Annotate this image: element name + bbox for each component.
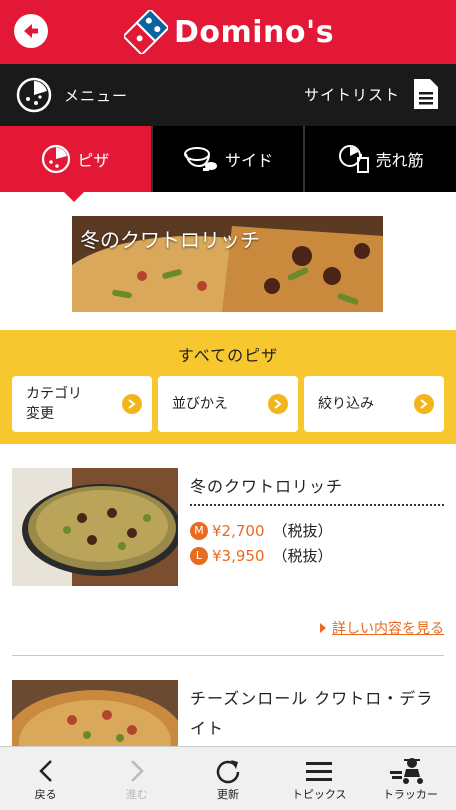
brand-name: Domino's xyxy=(174,14,335,50)
toolbar-label: 進む xyxy=(125,787,148,801)
price-row-l: L ¥3,950 （税抜） xyxy=(190,545,333,566)
chevron-right-icon xyxy=(414,394,434,414)
category-tabs: ピザ サイド 売れ筋 xyxy=(0,126,456,202)
bestseller-icon xyxy=(338,145,369,173)
price: ¥2,700 xyxy=(212,521,265,540)
chevron-right-icon xyxy=(130,756,144,786)
details-link[interactable]: 詳しい内容を見る xyxy=(320,618,444,638)
product-item[interactable]: 冬のクワトロリッチ M ¥2,700 （税抜） L ¥3,950 （税抜） xyxy=(12,468,444,608)
tax-note: （税抜） xyxy=(272,547,333,565)
tab-label: 売れ筋 xyxy=(375,151,424,170)
toolbar-label: トラッカー xyxy=(382,787,438,801)
document-icon xyxy=(414,79,438,109)
tab-label: サイド xyxy=(225,151,274,170)
domino-tile-icon xyxy=(124,10,168,54)
app-header: Domino's xyxy=(0,0,456,64)
sitelist-label: サイトリスト xyxy=(303,85,400,104)
arrow-left-icon xyxy=(24,24,38,38)
pizza-icon xyxy=(42,144,71,174)
sub-navigation: メニュー サイトリスト xyxy=(0,64,456,126)
chevron-right-icon xyxy=(268,394,288,414)
details-link-label: 詳しい内容を見る xyxy=(332,621,444,637)
back-nav-button[interactable]: 戻る xyxy=(0,747,91,810)
product-item[interactable]: チーズンロール クワトロ・デライト xyxy=(12,680,444,750)
button-label: 並びかえ xyxy=(172,396,228,412)
refresh-button[interactable]: 更新 xyxy=(182,747,273,810)
toolbar-label: 更新 xyxy=(217,787,239,801)
tax-note: （税抜） xyxy=(272,522,333,540)
back-button[interactable] xyxy=(14,14,48,48)
filter-title: すべてのピザ xyxy=(177,346,279,365)
category-change-button[interactable]: カテゴリ 変更 xyxy=(12,376,152,432)
size-badge: L xyxy=(190,546,208,565)
tab-bestseller[interactable]: 売れ筋 xyxy=(303,126,456,192)
size-badge: M xyxy=(190,521,208,540)
topics-button[interactable]: トピックス xyxy=(274,747,365,810)
menu-lines-icon xyxy=(306,756,333,786)
tracker-button[interactable]: トラッカー xyxy=(365,747,456,810)
delivery-tracker-icon xyxy=(390,756,430,786)
toolbar-label: トピックス xyxy=(291,787,347,801)
menu-label: メニュー xyxy=(64,86,129,105)
side-dish-icon xyxy=(184,147,217,171)
dominos-logo[interactable]: Domino's xyxy=(124,8,334,56)
dotted-divider xyxy=(190,504,444,506)
button-label: 絞り込み xyxy=(318,396,374,412)
product-image[interactable] xyxy=(12,468,178,586)
price-row-m: M ¥2,700 （税抜） xyxy=(190,520,333,541)
price: ¥3,950 xyxy=(212,546,265,565)
promo-banner[interactable]: 冬のクワトロリッチ xyxy=(72,216,383,312)
button-label: カテゴリ 変更 xyxy=(26,386,82,422)
forward-nav-button[interactable]: 進む xyxy=(91,747,182,810)
chevron-left-icon xyxy=(38,756,53,786)
menu-button[interactable]: メニュー xyxy=(16,77,128,113)
banner-title: 冬のクワトロリッチ xyxy=(80,228,260,252)
browser-toolbar: 戻る 進む 更新 トピックス トラッカー xyxy=(0,746,456,810)
sitelist-button[interactable]: サイトリスト xyxy=(304,77,440,111)
toolbar-label: 戻る xyxy=(34,787,57,801)
tab-pizza[interactable]: ピザ xyxy=(0,126,151,202)
sort-button[interactable]: 並びかえ xyxy=(158,376,298,432)
filter-panel: すべてのピザ カテゴリ 変更 並びかえ 絞り込み xyxy=(0,330,456,444)
filter-button[interactable]: 絞り込み xyxy=(304,376,444,432)
product-name: チーズンロール クワトロ・デライト xyxy=(190,689,434,738)
tab-side[interactable]: サイド xyxy=(150,126,304,192)
tab-label: ピザ xyxy=(77,151,110,170)
refresh-icon xyxy=(215,756,241,786)
triangle-right-icon xyxy=(320,623,326,633)
product-name: 冬のクワトロリッチ xyxy=(190,477,344,496)
chevron-right-icon xyxy=(122,394,142,414)
pizza-menu-icon xyxy=(16,77,52,113)
product-image[interactable] xyxy=(12,680,178,746)
section-divider xyxy=(12,655,444,656)
